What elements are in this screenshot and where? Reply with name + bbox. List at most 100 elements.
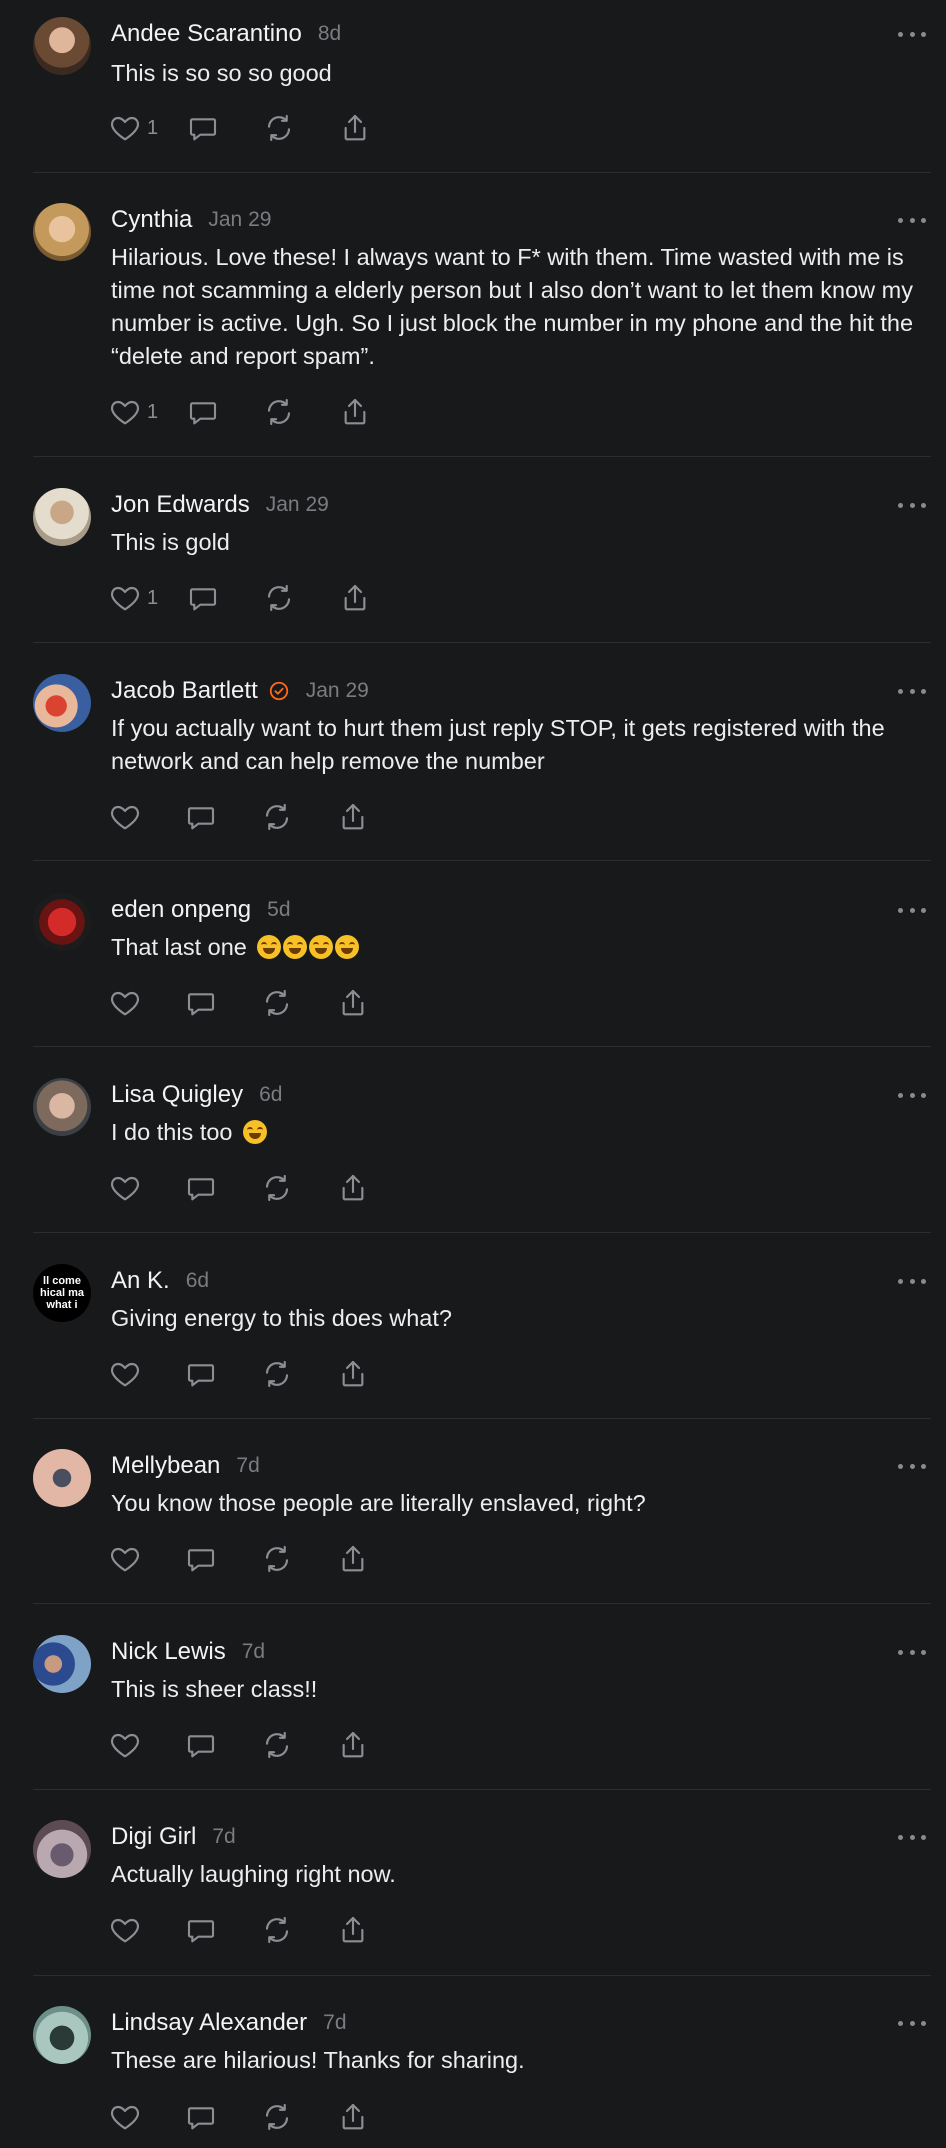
comment-button[interactable] — [185, 1172, 261, 1204]
author-name[interactable]: An K. — [111, 1267, 170, 1295]
more-icon[interactable] — [898, 210, 926, 230]
comment-time[interactable]: 7d — [242, 1640, 265, 1664]
avatar[interactable] — [33, 1449, 91, 1507]
comment-body-wrap: That last one — [111, 931, 931, 964]
avatar[interactable] — [33, 2006, 91, 2064]
comment-body: Actually laughing right now. — [111, 1861, 396, 1887]
comment-time[interactable]: Jan 29 — [266, 493, 329, 517]
comment-icon — [189, 118, 217, 141]
comment-time[interactable]: Jan 29 — [306, 679, 369, 703]
comment-button[interactable] — [185, 1914, 261, 1946]
like-button[interactable] — [109, 987, 185, 1019]
more-icon[interactable] — [898, 495, 926, 515]
verified-badge-icon — [269, 681, 288, 701]
comment-time[interactable]: 8d — [318, 22, 341, 46]
restack-button[interactable] — [261, 1543, 337, 1575]
comment-time[interactable]: 7d — [212, 1825, 235, 1849]
author-name[interactable]: Nick Lewis — [111, 1638, 226, 1666]
comment-icon — [187, 1735, 215, 1758]
avatar[interactable] — [33, 1078, 91, 1136]
comment-button[interactable] — [185, 1729, 261, 1761]
share-button[interactable] — [339, 396, 415, 428]
avatar[interactable] — [33, 674, 91, 732]
author-name[interactable]: Lindsay Alexander — [111, 2009, 307, 2037]
comment-time[interactable]: 6d — [259, 1083, 282, 1107]
restack-icon — [265, 1174, 289, 1202]
restack-button[interactable] — [261, 2101, 337, 2133]
restack-button[interactable] — [261, 987, 337, 1019]
like-button[interactable] — [109, 1543, 185, 1575]
comment-body: This is sheer class!! — [111, 1676, 318, 1702]
share-button[interactable] — [339, 112, 415, 144]
like-button[interactable]: 1 — [109, 582, 187, 614]
comment-time[interactable]: 6d — [186, 1269, 209, 1293]
share-button[interactable] — [337, 987, 413, 1019]
comment-time[interactable]: Jan 29 — [208, 208, 271, 232]
restack-button[interactable] — [263, 396, 339, 428]
avatar[interactable] — [33, 1635, 91, 1693]
more-icon[interactable] — [898, 1271, 926, 1291]
comment-time[interactable]: 7d — [323, 2011, 346, 2035]
like-button[interactable]: 1 — [109, 112, 187, 144]
avatar[interactable] — [33, 203, 91, 261]
share-button[interactable] — [337, 1914, 413, 1946]
author-name[interactable]: Jon Edwards — [111, 491, 250, 519]
like-button[interactable] — [109, 1358, 185, 1390]
author-name[interactable]: Jacob Bartlett — [111, 677, 258, 705]
restack-button[interactable] — [261, 1358, 337, 1390]
author-name[interactable]: Digi Girl — [111, 1823, 196, 1851]
like-button[interactable]: 1 — [109, 396, 187, 428]
restack-button[interactable] — [263, 582, 339, 614]
avatar[interactable] — [33, 17, 91, 75]
comment-button[interactable] — [187, 396, 263, 428]
restack-button[interactable] — [261, 801, 337, 833]
avatar[interactable] — [33, 893, 91, 951]
like-button[interactable] — [109, 1914, 185, 1946]
more-icon[interactable] — [898, 24, 926, 44]
more-icon[interactable] — [898, 1456, 926, 1476]
restack-button[interactable] — [261, 1729, 337, 1761]
author-name[interactable]: Mellybean — [111, 1452, 220, 1480]
comment-button[interactable] — [185, 801, 261, 833]
share-button[interactable] — [337, 2101, 413, 2133]
like-button[interactable] — [109, 801, 185, 833]
like-button[interactable] — [109, 1729, 185, 1761]
avatar[interactable] — [33, 488, 91, 546]
restack-button[interactable] — [261, 1914, 337, 1946]
author-name[interactable]: eden onpeng — [111, 896, 251, 924]
more-icon[interactable] — [898, 1642, 926, 1662]
heart-icon — [111, 1176, 139, 1201]
more-icon[interactable] — [898, 1085, 926, 1105]
share-button[interactable] — [339, 582, 415, 614]
more-icon[interactable] — [898, 1827, 926, 1847]
share-button[interactable] — [337, 801, 413, 833]
comment-time[interactable]: 5d — [267, 898, 290, 922]
comment-time[interactable]: 7d — [236, 1454, 259, 1478]
comment-button[interactable] — [185, 2101, 261, 2133]
more-icon[interactable] — [898, 681, 926, 701]
like-button[interactable] — [109, 2101, 185, 2133]
comment-button[interactable] — [187, 112, 263, 144]
restack-button[interactable] — [263, 112, 339, 144]
author-name[interactable]: Andee Scarantino — [111, 20, 302, 48]
restack-icon — [265, 803, 289, 831]
share-icon — [342, 1360, 364, 1387]
share-button[interactable] — [337, 1729, 413, 1761]
comment-icon — [187, 1178, 215, 1201]
like-button[interactable] — [109, 1172, 185, 1204]
avatar[interactable] — [33, 1820, 91, 1878]
author-name[interactable]: Lisa Quigley — [111, 1081, 243, 1109]
comment-button[interactable] — [185, 1543, 261, 1575]
share-button[interactable] — [337, 1358, 413, 1390]
more-icon[interactable] — [898, 900, 926, 920]
share-button[interactable] — [337, 1543, 413, 1575]
comment-button[interactable] — [185, 1358, 261, 1390]
comment-button[interactable] — [187, 582, 263, 614]
share-button[interactable] — [337, 1172, 413, 1204]
author-name[interactable]: Cynthia — [111, 206, 192, 234]
comment-button[interactable] — [185, 987, 261, 1019]
more-icon[interactable] — [898, 2013, 926, 2033]
restack-button[interactable] — [261, 1172, 337, 1204]
avatar[interactable]: ll come hical ma what i — [33, 1264, 91, 1322]
divider — [33, 456, 931, 457]
